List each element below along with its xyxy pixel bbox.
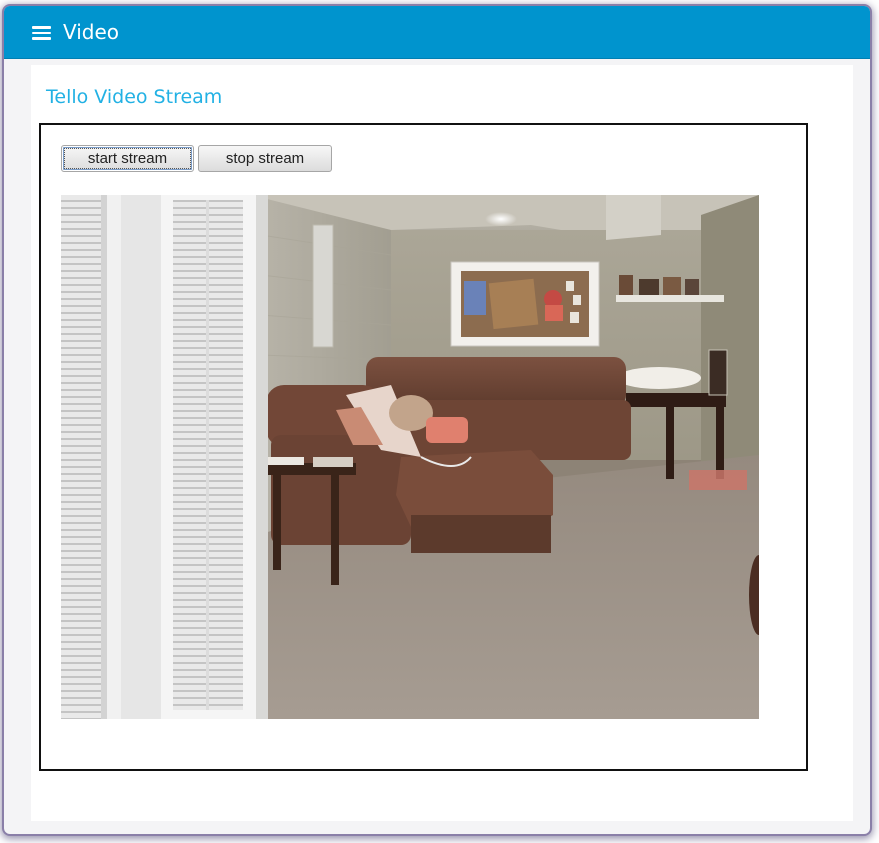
hamburger-menu-icon[interactable] (32, 25, 52, 41)
stop-stream-button[interactable]: stop stream (198, 145, 332, 172)
content-card: Tello Video Stream start stream stop str… (31, 65, 853, 821)
start-stream-button[interactable]: start stream (61, 145, 194, 172)
video-frame-image (61, 195, 759, 719)
page-title: Tello Video Stream (46, 86, 223, 108)
video-panel: start stream stop stream (39, 123, 808, 771)
video-stream-frame (61, 195, 759, 719)
screen: Video Tello Video Stream start stream st… (0, 0, 879, 843)
app-bar: Video (4, 6, 870, 59)
app-window: Video Tello Video Stream start stream st… (4, 6, 870, 834)
app-title: Video (63, 20, 120, 44)
